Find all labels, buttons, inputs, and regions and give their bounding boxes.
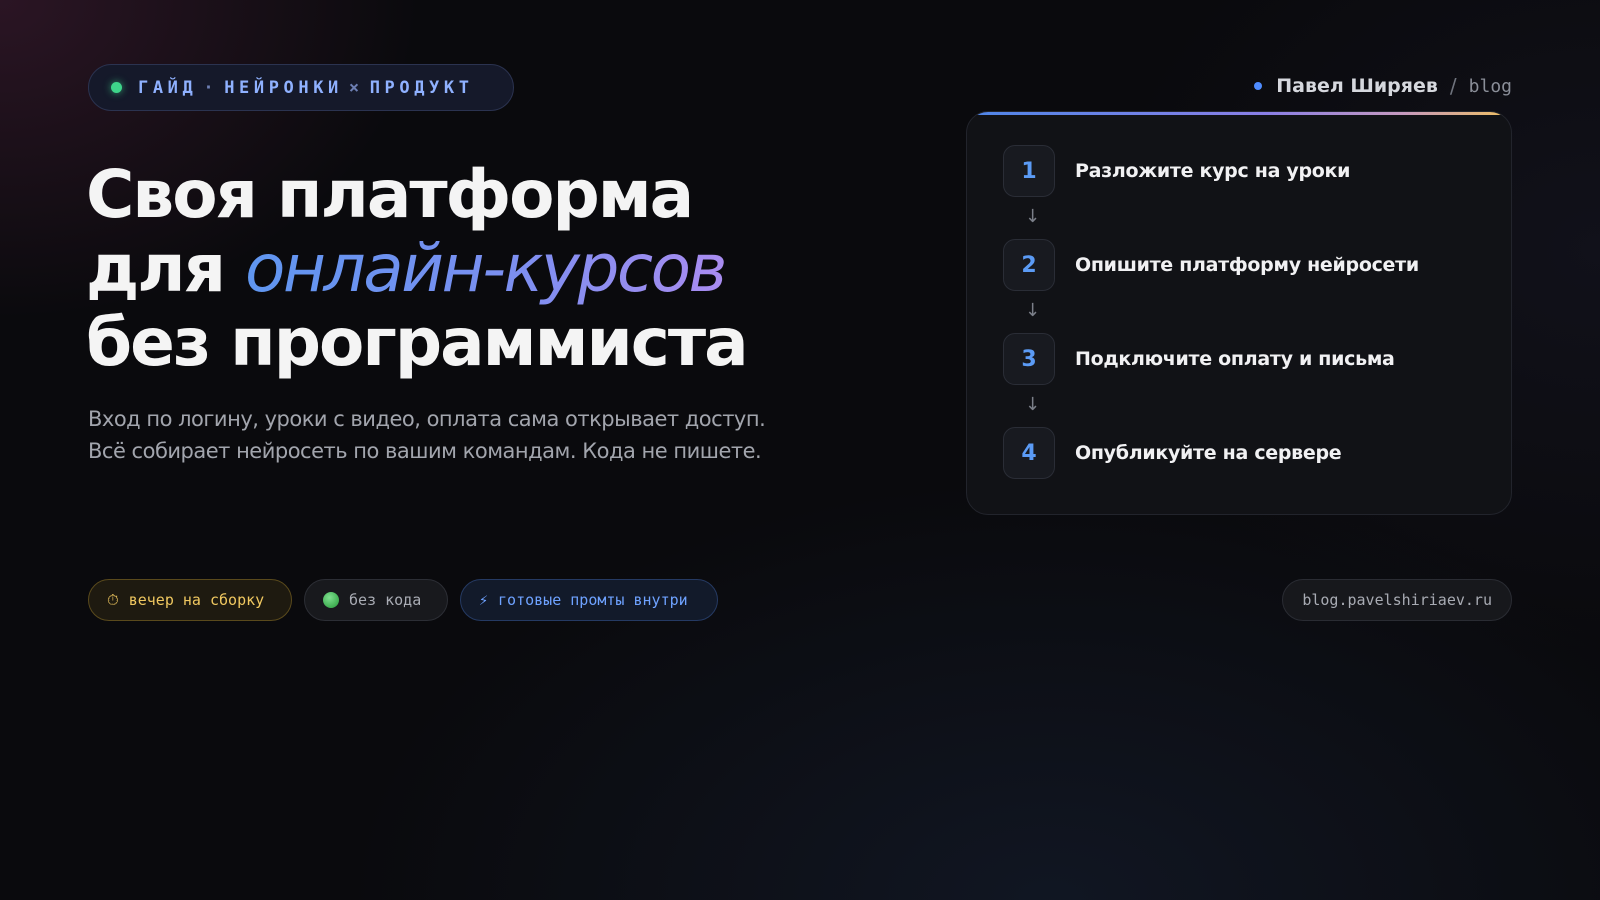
step-item: 4 Опубликуйте на сервере <box>1003 427 1342 479</box>
title-accent: онлайн-курсов <box>245 230 727 307</box>
arrow-down-icon: ↓ <box>1025 394 1041 415</box>
step-label: Разложите курс на уроки <box>1075 160 1351 182</box>
step-number: 1 <box>1003 145 1055 197</box>
title-line-1: Своя платформа <box>86 156 694 233</box>
step-label: Подключите оплату и письма <box>1075 348 1395 370</box>
badge-separator-dot: · <box>203 77 219 98</box>
subtitle-line-2: Всё собирает нейросеть по вашим командам… <box>88 439 762 463</box>
pill-label: готовые промты внутри <box>498 591 688 609</box>
pill-ready-prompts: ⚡ готовые промты внутри <box>460 579 718 621</box>
arrow-down-icon: ↓ <box>1025 300 1041 321</box>
step-label: Опубликуйте на сервере <box>1075 442 1342 464</box>
author-section: blog <box>1468 75 1512 97</box>
site-url-link[interactable]: blog.pavelshiriaev.ru <box>1282 579 1512 621</box>
green-circle-icon <box>323 592 339 608</box>
step-label: Опишите платформу нейросети <box>1075 254 1419 276</box>
step-item: 2 Опишите платформу нейросети <box>1003 239 1419 291</box>
pill-label: без кода <box>349 591 422 609</box>
step-number: 2 <box>1003 239 1055 291</box>
title-line-2: для онлайн-курсов <box>86 232 747 306</box>
arrow-down-icon: ↓ <box>1025 206 1041 227</box>
subtitle: Вход по логину, уроки с видео, оплата са… <box>88 403 766 467</box>
author-slash: / <box>1449 74 1457 98</box>
pill-label: вечер на сборку <box>128 591 265 609</box>
status-dot-icon <box>111 82 122 93</box>
badge-part-guide: ГАЙД <box>138 77 198 98</box>
subtitle-line-1: Вход по логину, уроки с видео, оплата са… <box>88 407 766 431</box>
step-number: 3 <box>1003 333 1055 385</box>
badge-part-product: ПРОДУКТ <box>369 77 474 98</box>
lightning-icon: ⚡ <box>479 591 489 609</box>
steps-card: 1 Разложите курс на уроки ↓ 2 Опишите пл… <box>966 111 1512 515</box>
pill-no-code: без кода <box>304 579 448 621</box>
author-name: Павел Ширяев <box>1276 75 1438 97</box>
title-line-3: без программиста <box>86 304 749 381</box>
page-title: Своя платформа для онлайн-курсов без про… <box>86 156 749 381</box>
topic-badge: ГАЙД · НЕЙРОНКИ × ПРОДУКТ <box>88 64 514 111</box>
step-item: 1 Разложите курс на уроки <box>1003 145 1350 197</box>
pill-evening-build: ⏱ вечер на сборку <box>88 579 292 621</box>
badge-part-neural: НЕЙРОНКИ <box>224 77 343 98</box>
author-byline: Павел Ширяев / blog <box>1254 74 1512 98</box>
badge-separator-times: × <box>348 77 364 98</box>
step-item: 3 Подключите оплату и письма <box>1003 333 1395 385</box>
author-dot-icon <box>1254 82 1263 90</box>
stopwatch-icon: ⏱ <box>107 591 119 609</box>
title-line-2-prefix: для <box>86 230 245 307</box>
step-number: 4 <box>1003 427 1055 479</box>
